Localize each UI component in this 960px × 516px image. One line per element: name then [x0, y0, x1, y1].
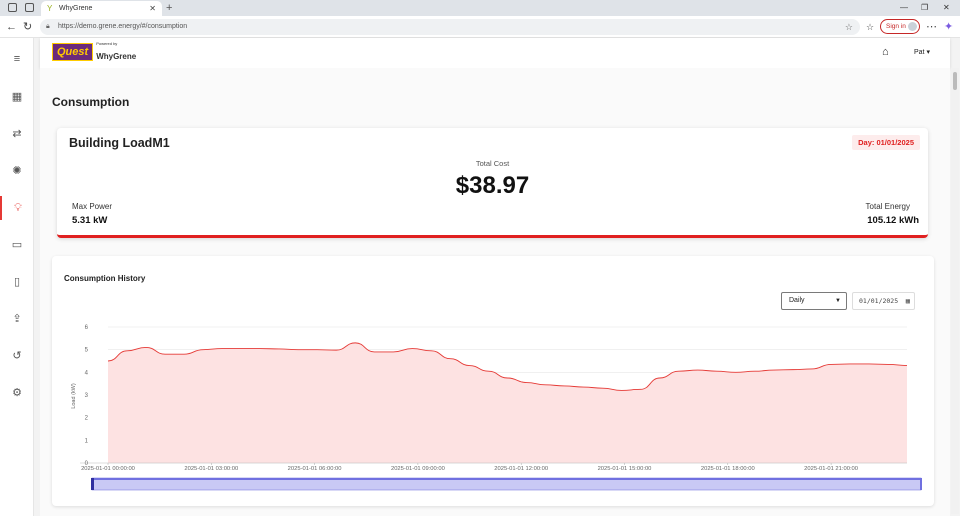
- y-tick-label: 4: [85, 370, 89, 376]
- y-tick-label: 5: [85, 348, 89, 354]
- building-summary-card: Building LoadM1 Day: 01/01/2025 Total Co…: [57, 128, 928, 238]
- address-bar: ← ↻ 🔒︎ https://demo.grene.energy/#/consu…: [0, 16, 960, 38]
- x-tick-label: 2025-01-01 09:00:00: [391, 466, 445, 472]
- total-energy-value: 105.12 kWh: [867, 215, 919, 226]
- day-badge: Day: 01/01/2025: [852, 135, 920, 150]
- browser-tab[interactable]: Y WhyGrene ✕: [41, 1, 162, 16]
- close-tab-icon[interactable]: ✕: [149, 1, 156, 16]
- x-tick-label: 2025-01-01 06:00:00: [288, 466, 342, 472]
- workspaces-icon[interactable]: [8, 3, 17, 12]
- profile-avatar-icon: [908, 22, 917, 31]
- powered-by-label: Powered by: [96, 40, 118, 46]
- powered-by: Powered by WhyGrene: [96, 41, 136, 64]
- brand-label: WhyGrene: [96, 51, 137, 61]
- upload-icon[interactable]: ⇪: [0, 306, 34, 330]
- chart-area: [80, 342, 908, 464]
- page-title: Consumption: [52, 95, 130, 109]
- total-energy-label: Total Energy: [865, 202, 910, 211]
- x-tick-label: 2025-01-01 18:00:00: [701, 466, 755, 472]
- x-tick-label: 2025-01-01 03:00:00: [184, 466, 238, 472]
- favorites-icon[interactable]: ☆: [866, 20, 874, 34]
- logo-text: Quest: [52, 43, 94, 61]
- browser-tab-bar: Y WhyGrene ✕ + — ❐ ✕: [0, 0, 960, 16]
- consumption-chart: 0123456 2025-01-01 00:00:00 2025-01-01 03…: [71, 325, 922, 491]
- zoom-range-top-edge: [92, 478, 921, 480]
- home-icon[interactable]: ⌂: [882, 46, 889, 58]
- scrollbar-thumb[interactable]: [953, 72, 957, 90]
- maximize-icon[interactable]: ❐: [921, 2, 928, 14]
- new-tab-icon[interactable]: +: [166, 1, 172, 15]
- user-menu[interactable]: Pat ▾: [914, 48, 930, 56]
- minimize-icon[interactable]: —: [900, 2, 908, 14]
- close-window-icon[interactable]: ✕: [943, 2, 950, 14]
- y-tick-label: 2: [85, 416, 89, 422]
- url-field[interactable]: 🔒︎ https://demo.grene.energy/#/consumpti…: [40, 19, 860, 35]
- x-axis-ticks: 2025-01-01 00:00:00 2025-01-01 03:00:00 20…: [81, 463, 858, 472]
- zoom-slider: [91, 477, 922, 491]
- copilot-icon[interactable]: ✦: [944, 20, 953, 34]
- user-name: Pat: [914, 49, 925, 56]
- x-tick-label: 2025-01-01 15:00:00: [598, 466, 652, 472]
- consumption-history-card: Consumption History Daily ▼ 01/01/2025 ▦…: [52, 256, 934, 506]
- whygrene-favicon-icon: Y: [47, 4, 53, 13]
- max-power-value: 5.31 kW: [72, 215, 108, 226]
- tab-title: WhyGrene: [59, 5, 93, 12]
- total-cost-label: Total Cost: [475, 159, 510, 168]
- building-name: Building LoadM1: [69, 136, 170, 150]
- back-icon[interactable]: ←: [6, 20, 17, 34]
- max-power-label: Max Power: [72, 202, 113, 211]
- sign-in-button[interactable]: Sign in: [880, 19, 920, 34]
- tab-actions-icon[interactable]: [25, 3, 34, 12]
- sidebar: ≡ ▦ ⇄ ✺ 💡︎ ▭ ▯ ⇪ ↺ ⚙: [0, 38, 34, 516]
- battery-icon[interactable]: ▭: [0, 232, 34, 256]
- transfer-icon[interactable]: ⇄: [0, 121, 34, 145]
- quest-logo: Quest Powered by WhyGrene: [52, 41, 136, 64]
- site-info-icon[interactable]: 🔒︎: [46, 19, 50, 35]
- consumption-bulb-icon[interactable]: 💡︎: [0, 196, 34, 220]
- reload-icon[interactable]: ↻: [23, 20, 32, 34]
- x-tick-label: 2025-01-01 12:00:00: [494, 466, 548, 472]
- total-cost-value: $38.97: [455, 172, 530, 199]
- y-tick-label: 6: [85, 325, 89, 331]
- history-icon[interactable]: ↺: [0, 343, 34, 367]
- y-axis-label: Load (kW): [71, 383, 77, 409]
- solar-icon[interactable]: ✺: [0, 158, 34, 182]
- page-scrollbar[interactable]: [951, 68, 959, 514]
- x-tick-label: 2025-01-01 00:00:00: [81, 466, 135, 472]
- zoom-handle-right[interactable]: [920, 478, 922, 490]
- area-fill: [108, 342, 907, 463]
- url-text: https://demo.grene.energy/#/consumption: [58, 23, 188, 30]
- y-axis-ticks: 0123456: [85, 325, 89, 467]
- dashboard-icon[interactable]: ▦: [0, 84, 34, 108]
- zoom-handle-left[interactable]: [91, 478, 94, 490]
- app-header: Quest Powered by WhyGrene ⌂ Pat ▾: [40, 38, 950, 68]
- device-icon[interactable]: ▯: [0, 269, 34, 293]
- y-tick-label: 3: [85, 393, 89, 399]
- sign-in-label: Sign in: [886, 23, 906, 30]
- x-tick-label: 2025-01-01 21:00:00: [804, 466, 858, 472]
- bookmark-star-icon[interactable]: ☆: [845, 19, 853, 35]
- menu-icon[interactable]: ≡: [0, 47, 34, 71]
- settings-gear-icon[interactable]: ⚙: [0, 380, 34, 404]
- y-tick-label: 1: [85, 438, 89, 444]
- more-options-icon[interactable]: ⋯: [926, 20, 937, 34]
